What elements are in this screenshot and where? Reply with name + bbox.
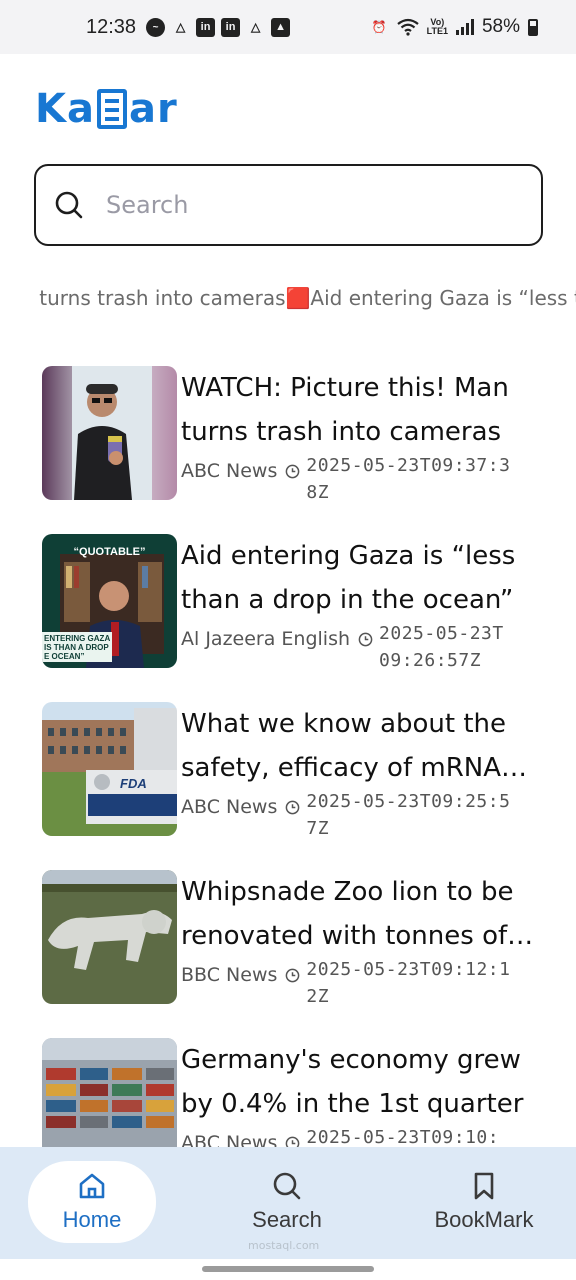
- article-meta: BBC News 2025-05-23T09:12:12Z: [181, 956, 541, 1010]
- lte-indicator: Vo) LTE1: [426, 17, 448, 36]
- article-source: Al Jazeera English: [181, 628, 351, 650]
- linkedin-icon-2: in: [221, 17, 241, 37]
- status-right: ⏰ Vo) LTE1 58%: [370, 16, 538, 38]
- search-icon: [273, 1172, 301, 1200]
- article-source: BBC News: [181, 964, 278, 986]
- article-source: ABC News: [181, 796, 278, 818]
- article-title[interactable]: Germany's economy grew by 0.4% in the 1s…: [181, 1038, 541, 1126]
- article-timestamp: 2025-05-23T09:37:38Z: [306, 455, 511, 503]
- article-timestamp: 2025-05-23T09:12:12Z: [306, 959, 511, 1007]
- battery-percent: 58%: [481, 16, 520, 37]
- alarm-icon: ⏰: [371, 20, 387, 34]
- messenger-icon: ~: [146, 17, 166, 37]
- clock-icon: [358, 632, 373, 647]
- gesture-bar[interactable]: [202, 1266, 374, 1272]
- signal-icon: [455, 19, 474, 35]
- article-card[interactable]: WATCH: Picture this! Man turns trash int…: [42, 366, 562, 516]
- article-timestamp: 2025-05-23T09:26:57Z: [379, 623, 504, 671]
- nav-search-label: Search: [252, 1207, 322, 1232]
- nav-home-label: Home: [62, 1207, 122, 1232]
- article-thumbnail: [42, 870, 177, 1004]
- nav-search[interactable]: Search: [223, 1161, 351, 1243]
- hanger-icon: △: [175, 20, 186, 34]
- gallery-icon: ▲: [271, 17, 291, 37]
- search-bar[interactable]: [34, 164, 543, 246]
- home-icon: [79, 1173, 105, 1199]
- article-meta: ABC News 2025-05-23T09:25:57Z: [181, 788, 541, 842]
- thumbnail-sign: FDA: [120, 776, 147, 791]
- thumbnail-caption: “QUOTABLE”: [73, 546, 146, 558]
- article-meta: ABC News 2025-05-23T09:37:38Z: [181, 452, 541, 506]
- logo-text-left: Ka: [35, 86, 95, 132]
- clock-icon: [286, 968, 300, 983]
- nav-home[interactable]: Home: [28, 1161, 156, 1243]
- watermark: mostaql.com: [248, 1239, 320, 1252]
- article-timestamp: 2025-05-23T09:25:57Z: [306, 791, 511, 839]
- ticker-text: an turns trash into cameras🟥Aid entering…: [34, 286, 576, 310]
- search-input[interactable]: [106, 191, 486, 219]
- thumbnail-lower-third: ENTERING GAZA IS THAN A DROP E OCEAN”: [44, 634, 110, 661]
- newspaper-icon: [97, 89, 127, 129]
- article-title[interactable]: Aid entering Gaza is “less than a drop i…: [181, 534, 541, 622]
- hanger-icon-2: △: [250, 20, 261, 34]
- article-meta: Al Jazeera English 2025-05-23T09:26:57Z: [181, 620, 541, 674]
- article-thumbnail: “QUOTABLE” ENTERING GAZA IS THAN A DROP …: [42, 534, 177, 668]
- nav-bookmark-label: BookMark: [434, 1207, 534, 1232]
- battery-icon: [528, 18, 538, 36]
- news-ticker[interactable]: an turns trash into cameras🟥Aid entering…: [34, 286, 576, 318]
- article-card[interactable]: FDA What we know about the safety, effic…: [42, 702, 562, 852]
- article-thumbnail: [42, 366, 177, 500]
- article-title[interactable]: What we know about the safety, efficacy …: [181, 702, 541, 790]
- article-title[interactable]: Whipsnade Zoo lion to be renovated with …: [181, 870, 541, 958]
- status-bar: 12:38 ~ △ in in △ ▲ ⏰ Vo) LTE1 58%: [0, 0, 576, 54]
- bookmark-icon: [474, 1172, 494, 1200]
- article-title[interactable]: WATCH: Picture this! Man turns trash int…: [181, 366, 541, 454]
- article-card[interactable]: “QUOTABLE” ENTERING GAZA IS THAN A DROP …: [42, 534, 562, 684]
- article-card[interactable]: Whipsnade Zoo lion to be renovated with …: [42, 870, 562, 1020]
- search-icon[interactable]: [54, 190, 84, 220]
- article-source: ABC News: [181, 460, 278, 482]
- status-time: 12:38: [86, 15, 137, 38]
- nav-bookmark[interactable]: BookMark: [420, 1161, 548, 1243]
- linkedin-icon: in: [196, 17, 216, 37]
- clock-icon: [286, 800, 300, 815]
- clock-icon: [286, 464, 300, 479]
- wifi-icon: [396, 18, 419, 36]
- app-screen: 12:38 ~ △ in in △ ▲ ⏰ Vo) LTE1 58% Ka ar …: [0, 0, 576, 1280]
- logo-text-right: ar: [129, 86, 178, 132]
- article-thumbnail: FDA: [42, 702, 177, 836]
- status-left: 12:38 ~ △ in in △ ▲: [86, 15, 291, 39]
- app-logo: Ka ar: [35, 86, 178, 132]
